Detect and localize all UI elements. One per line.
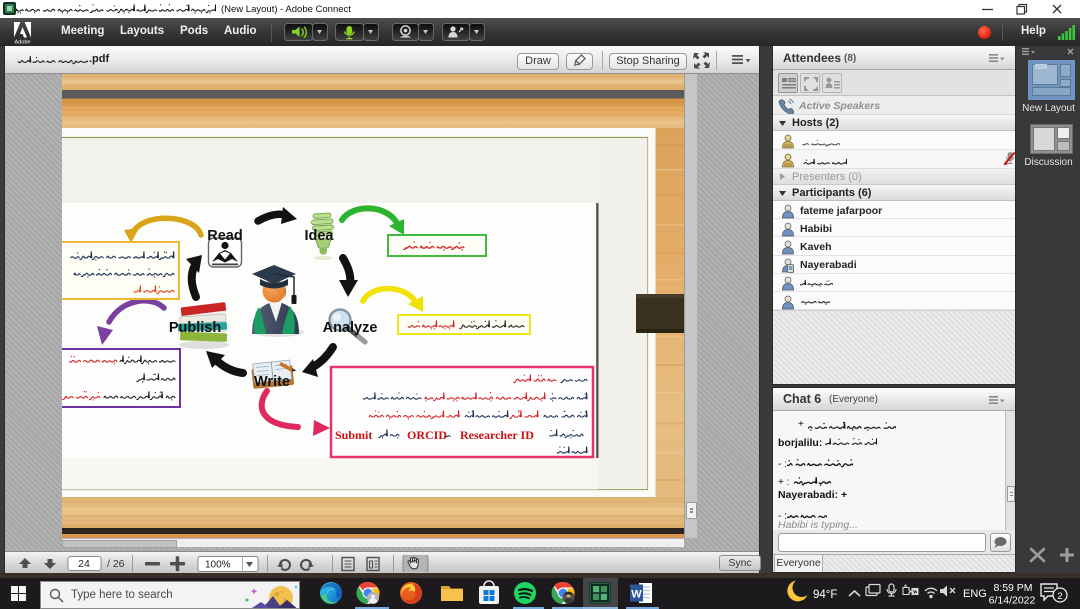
svg-text:Researcher ID: Researcher ID [460, 428, 534, 442]
svg-text:ORCID: ORCID [407, 428, 447, 442]
svg-text:Write: Write [254, 374, 290, 390]
svg-text:100%: 100% [205, 560, 231, 571]
svg-text:6/14/2022: 6/14/2022 [989, 595, 1036, 607]
svg-text:94°F: 94°F [813, 589, 837, 601]
svg-text:Read: Read [207, 228, 242, 244]
svg-text:Submit: Submit [335, 428, 372, 442]
svg-text:8:59 PM: 8:59 PM [993, 582, 1032, 594]
svg-text:24: 24 [78, 558, 90, 570]
svg-text:ENG: ENG [963, 588, 987, 600]
svg-text:Adobe: Adobe [15, 40, 31, 45]
svg-text:2: 2 [1057, 591, 1062, 602]
svg-text:Idea: Idea [304, 228, 334, 244]
svg-text:W: W [631, 589, 642, 601]
svg-text:/ 26: / 26 [107, 558, 125, 570]
svg-text:Analyze: Analyze [323, 320, 378, 336]
svg-text:Publish: Publish [169, 320, 221, 336]
